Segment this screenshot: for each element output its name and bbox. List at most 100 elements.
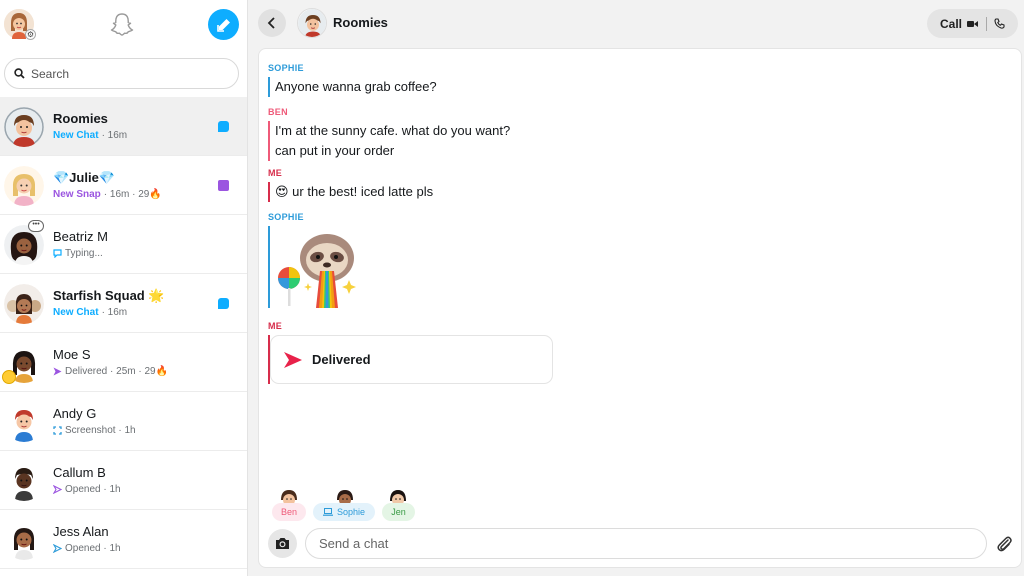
search-bar[interactable] [4, 58, 239, 89]
status-meta: Typing... [65, 248, 103, 259]
status-meta: · 16m · 29🔥 [103, 189, 162, 200]
sticker-message[interactable] [268, 226, 365, 308]
chat-name: Roomies [53, 111, 108, 126]
gear-icon[interactable]: ⚙ [25, 29, 36, 40]
chat-status: Opened · 1h [53, 484, 121, 495]
chat-name: Andy G [53, 406, 97, 421]
message-line: 😍 ur the best! iced latte pls [275, 184, 434, 199]
sender-name: ME [268, 168, 283, 178]
status-label: New Chat [53, 130, 99, 141]
chat-status: Opened · 1h [53, 543, 121, 554]
chat-status: New Chat · 16m [53, 307, 127, 318]
message-text[interactable]: I'm at the sunny cafe. what do you want?… [268, 121, 510, 161]
chat-status: New Chat · 16m [53, 130, 127, 141]
chat-name: Jess Alan [53, 524, 109, 539]
back-button[interactable] [258, 9, 286, 37]
new-chat-indicator-icon [218, 298, 229, 309]
status-meta: Opened · 1h [65, 484, 121, 495]
avatar [4, 402, 44, 442]
snapchat-ghost-icon[interactable] [108, 11, 136, 39]
call-controls: Call [927, 9, 1018, 38]
laptop-icon [322, 508, 333, 516]
reader-chip: Sophie [313, 503, 375, 521]
chat-item-andy-g[interactable]: Andy G Screenshot · 1h [0, 392, 247, 451]
avatar [4, 461, 44, 501]
divider [986, 16, 988, 31]
status-label: New Chat [53, 307, 99, 318]
status-meta: Opened · 1h [65, 543, 121, 554]
status-meta: · 16m [101, 307, 128, 318]
typing-chat-icon [53, 249, 62, 258]
chat-status: Delivered · 25m · 29🔥 [53, 366, 168, 377]
chat-status: New Snap · 16m · 29🔥 [53, 189, 162, 200]
reader-avatar [278, 489, 300, 503]
reader-avatar [334, 489, 356, 503]
avatar [4, 107, 44, 147]
sloth-rainbow-sticker-icon [278, 234, 356, 308]
paperclip-icon[interactable] [995, 535, 1013, 553]
delivered-label: Delivered [312, 351, 371, 367]
avatar [4, 166, 44, 206]
conversation-panel: SOPHIE Anyone wanna grab coffee? BEN I'm… [258, 48, 1022, 568]
search-input[interactable] [31, 66, 221, 81]
message-group: ME Delivered [268, 321, 553, 384]
status-meta: · 16m [101, 130, 128, 141]
chat-item-roomies[interactable]: Roomies New Chat · 16m [0, 97, 247, 156]
opened-arrow-icon [53, 544, 62, 553]
chat-item-starfish-squad[interactable]: Starfish Squad 🌟 New Chat · 16m [0, 274, 247, 333]
chat-name: Beatriz M [53, 229, 108, 244]
call-button[interactable]: Call [940, 17, 962, 31]
message-text[interactable]: Anyone wanna grab coffee? [268, 77, 437, 97]
chat-name: Moe S [53, 347, 91, 362]
message-text[interactable]: 😍 ur the best! iced latte pls [268, 182, 433, 202]
sidebar: ⚙ Search Roomies New Chat · 16m 💎Julie💎 … [0, 0, 248, 576]
chat-item-beatriz[interactable]: ••• Beatriz M Typing... [0, 215, 247, 274]
reader-avatar [387, 489, 409, 503]
message-group: ME 😍 ur the best! iced latte pls [268, 168, 433, 202]
message-input[interactable] [305, 528, 987, 559]
profile-avatar[interactable]: ⚙ [4, 9, 36, 40]
delivered-arrow-icon [284, 351, 302, 368]
sender-name: ME [268, 321, 283, 331]
chevron-left-icon [267, 17, 275, 29]
message-group: BEN I'm at the sunny cafe. what do you w… [268, 107, 510, 161]
new-chat-indicator-icon [218, 121, 229, 132]
compose-icon [216, 18, 230, 32]
chat-header: Roomies Call [249, 0, 1024, 48]
chat-item-moe-s[interactable]: Moe S Delivered · 25m · 29🔥 [0, 333, 247, 392]
message-line: Anyone wanna grab coffee? [275, 79, 437, 94]
message-group: SOPHIE Anyone wanna grab coffee? [268, 63, 437, 97]
search-icon [14, 68, 25, 79]
chat-status: Screenshot · 1h [53, 425, 136, 436]
chat-item-callum-b[interactable]: Callum B Opened · 1h [0, 451, 247, 510]
video-call-icon[interactable] [967, 20, 979, 28]
chat-name: 💎Julie💎 [53, 170, 115, 185]
reader-chip: Ben [272, 503, 306, 521]
screenshot-icon [53, 426, 62, 435]
chat-item-jess-alan[interactable]: Jess Alan Opened · 1h [0, 510, 247, 569]
delivered-snap-card[interactable]: Delivered [270, 335, 553, 384]
message-line: can put in your order [275, 143, 395, 158]
chat-list: Roomies New Chat · 16m 💎Julie💎 New Snap … [0, 97, 247, 569]
sender-name: BEN [268, 107, 288, 117]
composer [268, 528, 1020, 560]
phone-icon[interactable] [994, 18, 1005, 29]
message-line: I'm at the sunny cafe. what do you want? [275, 123, 511, 138]
starfish-emoji-icon: 🌟 [148, 288, 165, 303]
status-meta: Delivered · 25m · 29🔥 [65, 366, 169, 377]
snapchat-web-app: ⚙ Search Roomies New Chat · 16m 💎Julie💎 … [0, 0, 1024, 576]
new-chat-button[interactable] [208, 9, 239, 40]
chat-name: Starfish Squad 🌟 [53, 288, 165, 303]
avatar [4, 520, 44, 560]
reader-chip: Jen [382, 503, 415, 521]
message-group: SOPHIE [268, 212, 365, 308]
sidebar-header: ⚙ [0, 0, 248, 50]
chat-item-julie[interactable]: 💎Julie💎 New Snap · 16m · 29🔥 [0, 156, 247, 215]
camera-icon [276, 538, 289, 549]
sender-name: SOPHIE [268, 63, 304, 73]
group-avatar[interactable] [297, 8, 327, 38]
camera-button[interactable] [268, 529, 297, 558]
smiley-emoji-icon [2, 370, 16, 384]
status-label: New Snap [53, 189, 101, 200]
new-snap-indicator-icon [218, 180, 229, 191]
